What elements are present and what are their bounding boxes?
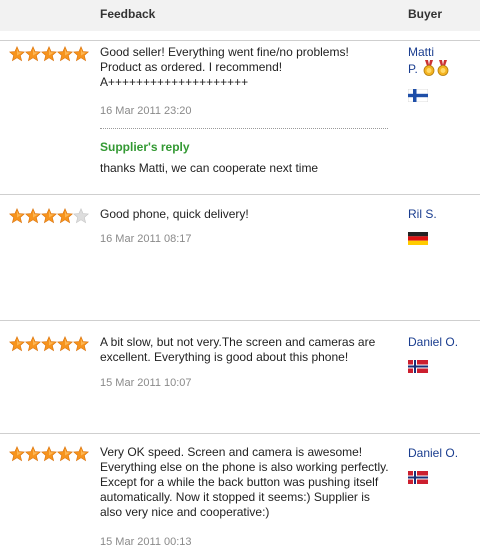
star-empty-icon — [73, 208, 89, 224]
star-filled-icon — [25, 46, 41, 62]
reply-divider — [100, 128, 388, 129]
review-date: 16 Mar 2011 08:17 — [100, 233, 192, 245]
star-filled-icon — [57, 336, 73, 352]
review-row: A bit slow, but not very.The screen and … — [0, 320, 480, 433]
review-text: Good seller! Everything went fine/no pro… — [100, 45, 349, 89]
star-filled-icon — [9, 46, 25, 62]
star-filled-icon — [25, 336, 41, 352]
buyer-name[interactable]: Daniel O. — [408, 335, 458, 350]
star-filled-icon — [41, 336, 57, 352]
star-filled-icon — [41, 446, 57, 462]
review-date: 15 Mar 2011 10:07 — [100, 377, 192, 389]
star-filled-icon — [9, 446, 25, 462]
norway-flag-icon — [408, 360, 428, 373]
star-filled-icon — [57, 46, 73, 62]
buyer-name[interactable]: Ril S. — [408, 207, 437, 222]
table-header: Feedback Buyer — [0, 0, 480, 31]
finland-flag-icon — [408, 89, 428, 102]
star-filled-icon — [73, 46, 89, 62]
column-header-buyer: Buyer — [408, 7, 443, 21]
star-rating — [9, 208, 89, 224]
norway-flag-icon — [408, 471, 428, 484]
review-text: A bit slow, but not very.The screen and … — [100, 335, 376, 364]
star-filled-icon — [41, 208, 57, 224]
star-rating — [9, 336, 89, 352]
supplier-reply-text: thanks Matti, we can cooperate next time — [100, 161, 319, 175]
star-filled-icon — [25, 446, 41, 462]
buyer-name[interactable]: Matti P. — [408, 45, 449, 77]
star-filled-icon — [73, 336, 89, 352]
buyer-name[interactable]: Daniel O. — [408, 446, 458, 461]
column-header-feedback: Feedback — [100, 7, 156, 21]
germany-flag-icon — [408, 232, 428, 245]
review-row: Good seller! Everything went fine/no pro… — [0, 40, 480, 191]
star-filled-icon — [57, 208, 73, 224]
star-rating — [9, 46, 89, 62]
star-filled-icon — [41, 46, 57, 62]
review-row: Good phone, quick delivery! 16 Mar 2011 … — [0, 194, 480, 320]
review-text: Good phone, quick delivery! — [100, 207, 249, 221]
review-row: Very OK speed. Screen and camera is awes… — [0, 433, 480, 560]
review-date: 15 Mar 2011 00:13 — [100, 536, 192, 548]
review-date: 16 Mar 2011 23:20 — [100, 105, 192, 117]
star-filled-icon — [57, 446, 73, 462]
star-filled-icon — [25, 208, 41, 224]
review-text: Very OK speed. Screen and camera is awes… — [100, 445, 389, 519]
supplier-reply-title: Supplier's reply — [100, 140, 190, 154]
star-filled-icon — [9, 336, 25, 352]
buyer-name-line1[interactable]: Matti — [408, 45, 434, 59]
star-filled-icon — [9, 208, 25, 224]
star-filled-icon — [73, 446, 89, 462]
buyer-name-line2[interactable]: P. — [408, 62, 418, 76]
medal-icon — [437, 60, 449, 76]
medal-icon — [423, 60, 435, 76]
star-rating — [9, 446, 89, 462]
